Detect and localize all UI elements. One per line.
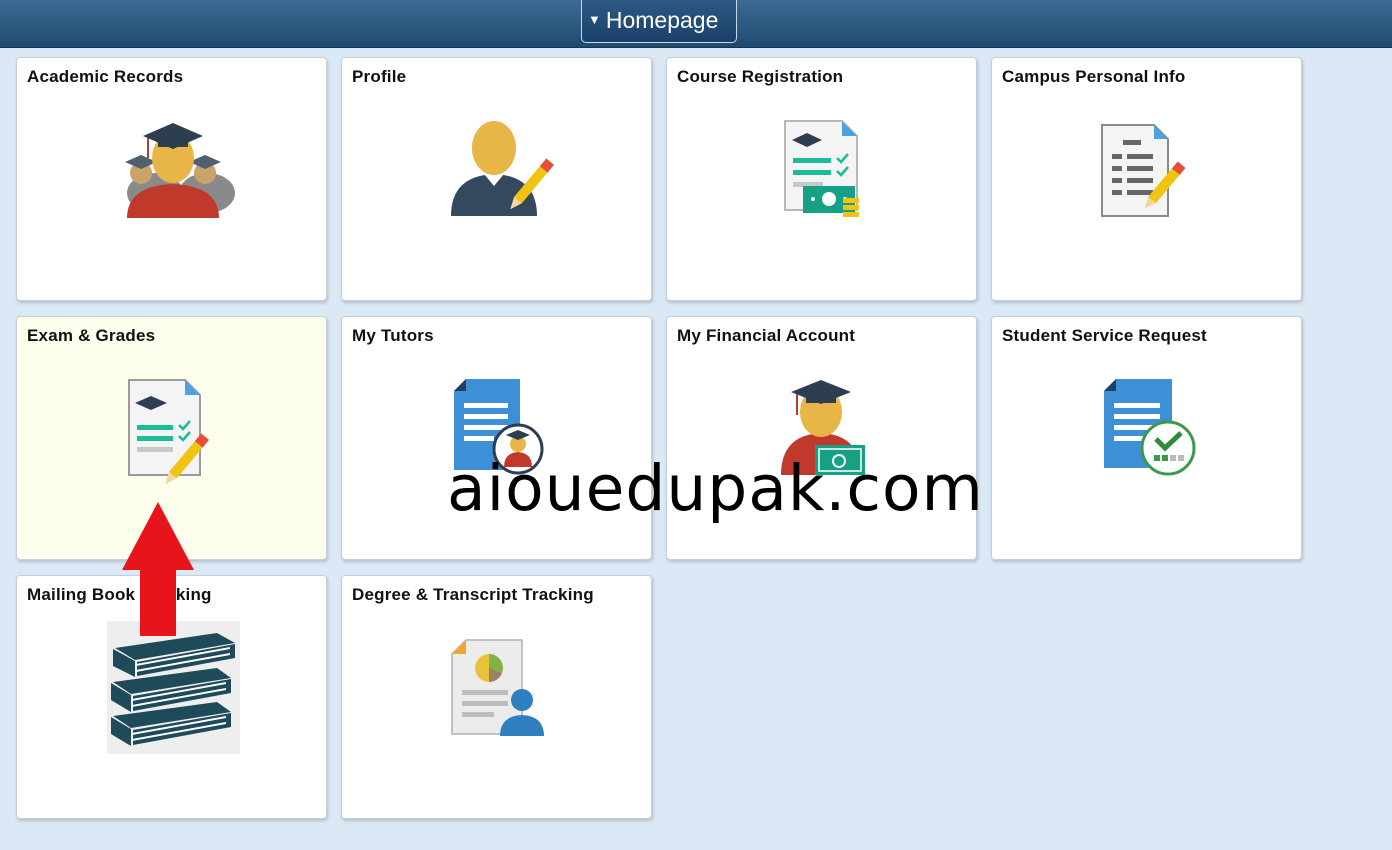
header-bar: ▼ Homepage [0, 0, 1392, 48]
homepage-label: Homepage [605, 6, 719, 33]
transcript-tracking-icon [451, 639, 544, 736]
course-registration-icon [784, 120, 859, 217]
tile-profile[interactable]: Profile [341, 57, 652, 301]
tile-student-service-request[interactable]: Student Service Request [991, 316, 1302, 560]
tile-campus-personal-info[interactable]: Campus Personal Info [991, 57, 1302, 301]
tile-academic-records[interactable]: Academic Records [16, 57, 327, 301]
tile-degree-transcript-tracking[interactable]: Degree & Transcript Tracking [341, 575, 652, 819]
service-request-icon [1104, 379, 1196, 476]
profile-edit-icon [451, 121, 554, 216]
tile-course-registration[interactable]: Course Registration [666, 57, 977, 301]
caret-down-icon: ▼ [588, 11, 601, 27]
up-arrow-icon [122, 502, 194, 636]
homepage-dropdown-button[interactable]: ▼ Homepage [581, 0, 737, 43]
graduates-group-icon [125, 123, 235, 218]
watermark-text: aiouedupak.com [447, 452, 984, 525]
personal-info-document-icon [1101, 124, 1186, 217]
